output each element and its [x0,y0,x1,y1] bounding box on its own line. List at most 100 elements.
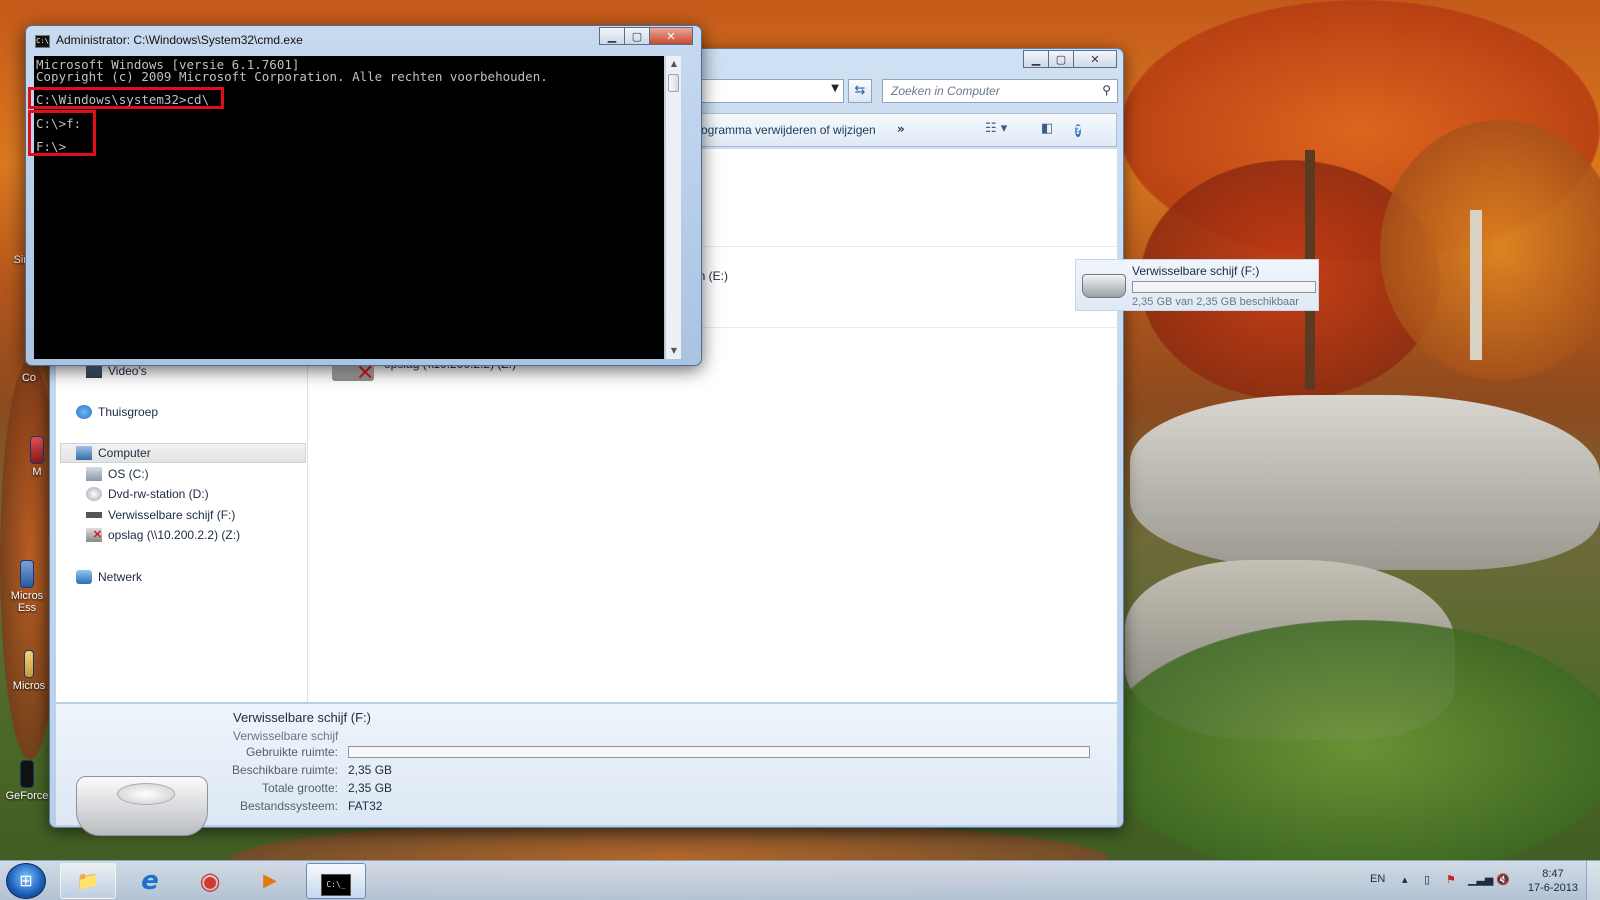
nav-item-homegroup[interactable]: Thuisgroep [76,405,158,419]
desktop-icon-label: M [32,466,42,478]
nav-item-label: OS (C:) [108,467,149,481]
console-line: Copyright (c) 2009 Microsoft Corporation… [36,69,548,84]
show-hidden-icons-icon[interactable]: ▴ [1402,873,1408,886]
nav-item-network[interactable]: Netwerk [76,570,142,584]
disconnected-network-drive-icon: ✕ [86,528,102,542]
uninstall-program-button[interactable]: rogramma verwijderen of wijzigen [697,123,876,137]
shield-app-icon [30,436,44,464]
file-system-label: Bestandssysteem: [239,799,338,813]
cmd-icon: C:\ [35,35,50,48]
folder-icon [24,650,34,678]
taskbar-cmd-button[interactable]: C:\_ [306,863,366,899]
nav-item-computer[interactable]: Computer [76,446,151,460]
help-icon: ? [1075,124,1082,137]
minimize-button[interactable]: ▁ [1023,50,1049,68]
nav-item-label: Netwerk [98,570,143,584]
network-icon [76,570,92,584]
desktop-icon-label: Co [21,372,37,384]
total-size-value: 2,35 GB [348,781,393,795]
free-space-value: 2,35 GB [348,763,393,777]
refresh-button[interactable]: ⇆ [848,79,872,103]
start-button[interactable]: ⊞ [6,863,46,899]
desktop-icon-label: GeForce [5,790,49,802]
nav-item-label: Video's [108,364,147,378]
search-placeholder: Zoeken in Computer [891,84,1000,98]
video-library-icon [86,364,102,378]
used-space-bar [348,746,1090,758]
cmd-window: C:\ Administrator: C:\Windows\System32\c… [25,25,702,366]
preview-pane-icon[interactable]: ◧ [1041,121,1053,136]
clock-time: 8:47 [1542,868,1564,880]
drive-tile-title: Verwisselbare schijf (F:) [1132,264,1260,278]
nav-item-label: Computer [98,446,151,460]
desktop-icon[interactable]: Micros [6,650,52,692]
removable-drive-icon [86,512,102,518]
security-essentials-icon [20,560,34,588]
scroll-thumb[interactable] [668,74,679,92]
maximize-button[interactable]: ▢ [1048,50,1074,68]
cmd-scrollbar[interactable]: ▲ ▼ [665,56,681,359]
highlight-box [28,110,96,156]
details-pane: Verwisselbare schijf (F:) Verwisselbare … [56,703,1117,836]
taskbar: ⊞ 📁 e ◉ ▶ C:\_ EN ▴ ▯ ⚑ ▁▃▅ 🔇 8:47 17-6-… [0,860,1600,900]
network-signal-icon[interactable]: ▁▃▅ [1468,873,1493,886]
close-button[interactable]: ✕ [1073,50,1117,68]
console-output[interactable]: Microsoft Windows [versie 6.1.7601] Copy… [28,56,664,359]
rock-ledge [1130,395,1600,570]
action-center-icon[interactable]: ⚑ [1446,873,1456,886]
cmd-icon: C:\_ [321,874,351,896]
removable-drive-large-icon [76,776,208,836]
desktop-icon[interactable]: Micros Ess [4,560,50,614]
nav-item-videos[interactable]: Video's [86,364,147,378]
maximize-button[interactable]: ▢ [624,27,650,45]
windows-logo-icon: ⊞ [19,871,33,890]
view-options-icon[interactable]: ☷ ▾ [985,121,1007,136]
drive-f-tile[interactable]: Verwisselbare schijf (F:) 2,35 GB van 2,… [1075,259,1319,311]
taskbar-media-player-button[interactable]: ▶ [242,863,298,899]
os-drive-icon [86,467,102,481]
highlight-box [28,87,224,109]
total-size-label: Totale grootte: [261,781,338,795]
details-type: Verwisselbare schijf [233,729,339,743]
used-space-label: Gebruikte ruimte: [245,745,338,759]
battery-icon[interactable]: ▯ [1424,873,1430,886]
search-input[interactable]: Zoeken in Computer ⚲ [882,79,1118,103]
folder-icon: 📁 [76,871,100,892]
greenery [1100,620,1600,880]
desktop-icon-label: Micros [12,680,46,692]
refresh-icon: ⇆ [854,83,866,98]
scroll-up-icon[interactable]: ▲ [666,56,682,72]
nav-item-drive-d[interactable]: Dvd-rw-station (D:) [86,487,209,501]
language-indicator[interactable]: EN [1370,873,1385,885]
help-button[interactable]: ? [1075,122,1082,139]
nav-item-drive-f[interactable]: Verwisselbare schijf (F:) [86,508,235,522]
chevron-down-icon[interactable]: ▼ [831,83,839,94]
nav-item-drive-c[interactable]: OS (C:) [86,467,149,481]
nav-item-drive-z[interactable]: ✕ opslag (\\10.200.2.2) (Z:) [86,528,240,542]
close-button[interactable]: ✕ [649,27,693,45]
free-space-label: Beschikbare ruimte: [231,763,338,777]
scroll-down-icon[interactable]: ▼ [666,343,682,359]
more-commands-button[interactable]: » [897,122,905,136]
nav-item-label: opslag (\\10.200.2.2) (Z:) [108,528,241,542]
clock[interactable]: 8:47 17-6-2013 [1528,867,1578,895]
minimize-button[interactable]: ▁ [599,27,625,45]
nvidia-icon [20,760,34,788]
taskbar-explorer-button[interactable]: 📁 [60,863,116,899]
file-system-value: FAT32 [348,799,383,813]
desktop-icon[interactable]: Co [6,372,52,384]
taskbar-chrome-button[interactable]: ◉ [182,863,238,899]
drive-usage-bar [1132,281,1316,293]
removable-drive-icon [1082,274,1126,298]
taskbar-ie-button[interactable]: e [122,863,178,899]
chrome-icon: ◉ [199,867,221,895]
window-controls: ▁ ▢ ✕ [1023,50,1117,68]
dvd-drive-icon [86,487,102,501]
volume-muted-icon[interactable]: 🔇 [1496,873,1510,886]
nav-item-label: Thuisgroep [98,405,159,419]
search-icon[interactable]: ⚲ [1102,83,1111,97]
show-desktop-button[interactable] [1586,861,1600,900]
desktop-icon[interactable]: GeForce [4,760,50,802]
details-title: Verwisselbare schijf (F:) [233,710,371,725]
nav-item-label: Dvd-rw-station (D:) [108,487,209,501]
